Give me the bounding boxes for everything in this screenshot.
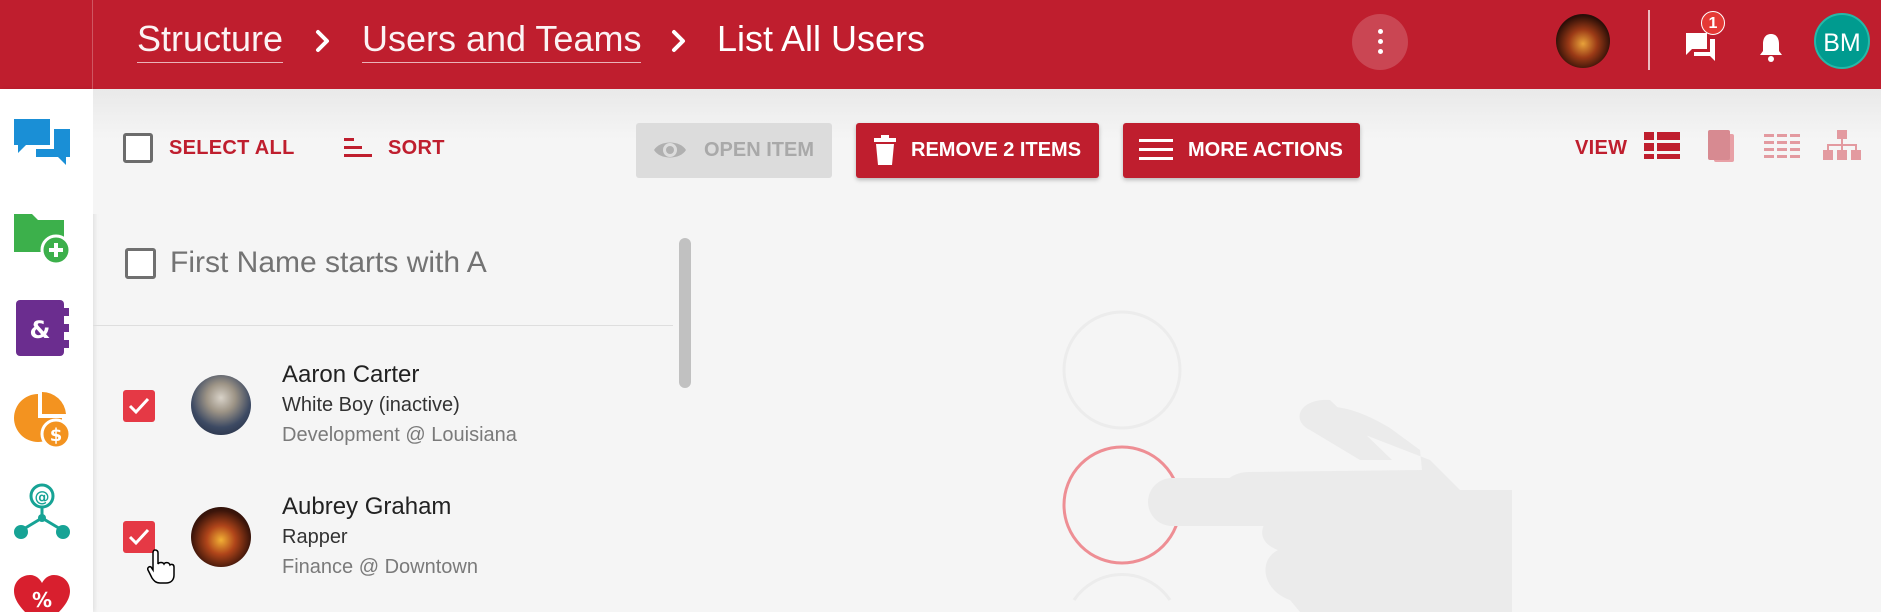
user-name: Aaron Carter (282, 361, 420, 388)
check-icon (128, 528, 150, 546)
breadcrumb-structure[interactable]: Structure (137, 18, 284, 63)
bell-icon[interactable] (1756, 30, 1786, 64)
user-name: Aubrey Graham (282, 493, 452, 520)
user-role: Rapper (282, 526, 348, 548)
chat-bubbles-icon[interactable] (12, 115, 72, 175)
card-view-icon[interactable] (1702, 128, 1742, 166)
select-item-illustration (1062, 310, 1512, 612)
svg-text:%: % (32, 588, 52, 612)
table-view-icon[interactable] (1762, 128, 1802, 166)
workspace-avatar[interactable] (1556, 14, 1610, 68)
more-actions-button[interactable]: MORE ACTIONS (1123, 123, 1360, 178)
remove-items-button[interactable]: REMOVE 2 ITEMS (856, 123, 1099, 178)
top-bar: Structure Users and Teams List All Users… (0, 0, 1881, 89)
heart-percent-icon[interactable]: % (12, 571, 72, 612)
row-checkbox-checked[interactable] (123, 390, 155, 422)
email-network-icon[interactable]: @ (12, 482, 72, 542)
menu-icon (1139, 139, 1173, 160)
pie-chart-dollar-icon[interactable]: $ (12, 390, 72, 450)
remove-items-label: REMOVE 2 ITEMS (911, 139, 1082, 161)
org-chart-view-icon[interactable] (1822, 128, 1862, 166)
sort-button[interactable]: SORT (388, 137, 445, 160)
app-corner (0, 0, 93, 89)
chevron-right-icon (316, 30, 329, 52)
trash-icon (874, 135, 896, 165)
select-all-checkbox[interactable] (123, 133, 153, 163)
group-select-checkbox[interactable] (125, 248, 156, 279)
chat-badge: 1 (1701, 11, 1725, 35)
app-sidebar: & $ @ % (0, 89, 93, 612)
check-icon (128, 397, 150, 415)
breadcrumb-users-and-teams[interactable]: Users and Teams (362, 18, 642, 63)
chevron-right-icon (672, 30, 685, 52)
svg-text:@: @ (35, 488, 50, 506)
select-all-label[interactable]: SELECT ALL (169, 137, 295, 160)
user-role: White Boy (inactive) (282, 394, 460, 416)
more-actions-label: MORE ACTIONS (1188, 139, 1343, 161)
svg-text:$: $ (50, 425, 63, 446)
sort-icon[interactable] (344, 136, 374, 160)
more-options-button[interactable] (1352, 14, 1408, 70)
user-avatar[interactable]: BM (1814, 13, 1870, 69)
address-book-icon[interactable]: & (12, 298, 72, 358)
svg-text:&: & (30, 316, 51, 344)
group-filter-label: First Name starts with A (170, 246, 487, 279)
hand-cursor-icon (147, 549, 175, 584)
page-title: List All Users (717, 18, 926, 59)
avatar (191, 375, 251, 435)
detail-list-view-icon[interactable] (1642, 128, 1682, 166)
chat-icon[interactable] (1682, 30, 1718, 64)
user-department: Finance @ Downtown (282, 556, 478, 578)
open-item-label: OPEN ITEM (704, 139, 815, 161)
avatar (191, 507, 251, 567)
view-label: VIEW (1575, 137, 1628, 159)
open-item-button[interactable]: OPEN ITEM (636, 123, 832, 178)
list-scrollbar[interactable] (679, 238, 691, 388)
user-department: Development @ Louisiana (282, 424, 517, 446)
header-divider (1648, 10, 1650, 70)
eye-icon (654, 142, 686, 158)
folder-add-icon[interactable] (12, 206, 72, 266)
